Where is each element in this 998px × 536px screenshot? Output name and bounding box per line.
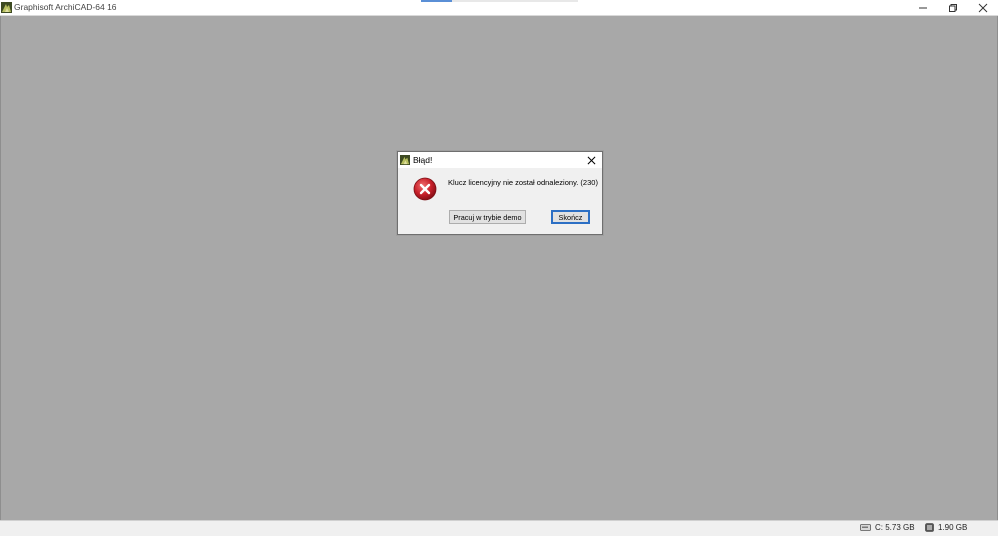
window-title: Graphisoft ArchiCAD-64 16 [14,2,117,12]
close-button[interactable] [968,0,998,16]
demo-mode-button[interactable]: Pracuj w trybie demo [449,210,526,224]
memory-label: 1.90 GB [938,523,968,532]
dialog-close-button[interactable] [584,154,598,166]
quit-button[interactable]: Skończ [551,210,590,224]
dialog-title: Błąd! [413,155,433,165]
archicad-logo-icon [1,2,12,13]
memory-icon [925,523,934,532]
disk-space-indicator: C: 5.73 GB [860,523,915,532]
titlebar-progress-indicator [421,0,452,2]
archicad-logo-icon [400,155,410,165]
disk-space-label: C: 5.73 GB [875,523,915,532]
hard-drive-icon [860,524,871,531]
minimize-icon [919,7,927,9]
error-icon [413,177,437,201]
titlebar-progress-track [452,0,578,2]
restore-icon [949,4,957,12]
workspace-area [0,16,998,520]
error-dialog: Błąd! Klucz licencyjny nie został odnale… [397,151,603,235]
minimize-button[interactable] [908,0,938,16]
window-titlebar[interactable]: Graphisoft ArchiCAD-64 16 [0,0,998,16]
restore-button[interactable] [938,0,968,16]
close-icon [978,3,988,13]
dialog-message: Klucz licencyjny nie został odnaleziony.… [448,178,598,187]
dialog-titlebar[interactable]: Błąd! [398,152,602,168]
memory-indicator: 1.90 GB [925,523,967,532]
status-bar: C: 5.73 GB 1.90 GB [0,520,998,536]
close-icon [587,156,595,164]
